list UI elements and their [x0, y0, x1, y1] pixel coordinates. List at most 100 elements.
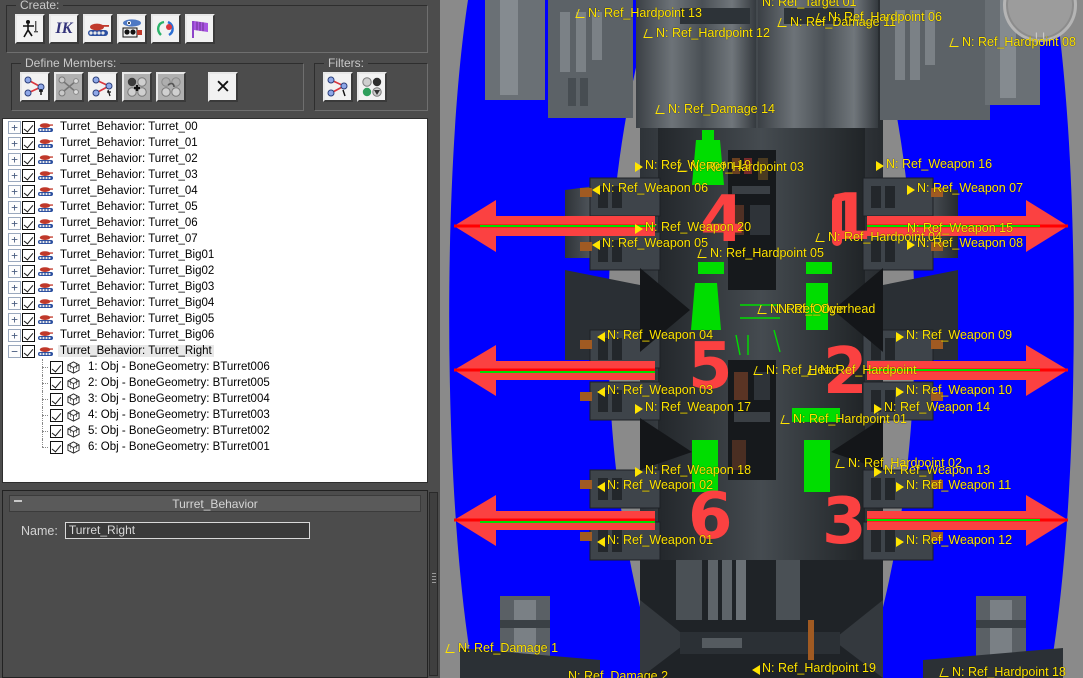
expander-icon[interactable]: +: [8, 152, 21, 166]
row-checkbox[interactable]: [22, 168, 35, 182]
tree-row-behavior[interactable]: + Turret_Behavior: Turret_01: [3, 135, 427, 151]
tank-icon: [38, 122, 53, 132]
add-group-button[interactable]: [122, 72, 152, 102]
scissors-icon: [58, 76, 79, 97]
camera-button[interactable]: [117, 14, 147, 44]
panel-scrollbar[interactable]: [429, 492, 438, 676]
row-checkbox[interactable]: [22, 184, 35, 198]
behavior-tree-list[interactable]: + Turret_Behavior: Turret_00 + Turret_Behav…: [2, 118, 428, 483]
tree-connector: [36, 391, 49, 407]
row-checkbox[interactable]: [50, 440, 63, 454]
name-input[interactable]: Turret_Right: [64, 522, 310, 539]
tree-row-bone[interactable]: 1: Obj - BoneGeometry: BTurret006: [3, 359, 427, 375]
tree-row-behavior[interactable]: + Turret_Behavior: Turret_04: [3, 183, 427, 199]
tree-row-behavior[interactable]: + Turret_Behavior: Turret_02: [3, 151, 427, 167]
define-members-group-title: Define Members:: [21, 56, 121, 70]
tree-row-label: 2: Obj - BoneGeometry: BTurret005: [88, 377, 270, 389]
ik-chain-button[interactable]: IK: [49, 14, 79, 44]
row-checkbox[interactable]: [22, 296, 35, 310]
cut-link-button[interactable]: [54, 72, 84, 102]
tree-row-behavior[interactable]: + Turret_Behavior: Turret_Big06: [3, 327, 427, 343]
rollout-title: Turret_Behavior: [172, 496, 258, 511]
add-member-button[interactable]: [20, 72, 50, 102]
tree-row-label: 3: Obj - BoneGeometry: BTurret004: [88, 393, 270, 405]
x-icon: ✕: [215, 76, 231, 98]
tree-row-behavior[interactable]: + Turret_Behavior: Turret_Big01: [3, 247, 427, 263]
filters-group: Filters:: [314, 56, 428, 111]
row-checkbox[interactable]: [22, 232, 35, 246]
row-checkbox[interactable]: [22, 312, 35, 326]
row-checkbox[interactable]: [22, 264, 35, 278]
row-checkbox[interactable]: [22, 120, 35, 134]
row-checkbox[interactable]: [22, 152, 35, 166]
expander-icon[interactable]: +: [8, 216, 21, 230]
tree-row-behavior[interactable]: + Turret_Behavior: Turret_Big02: [3, 263, 427, 279]
tree-row-bone[interactable]: 4: Obj - BoneGeometry: BTurret003: [3, 407, 427, 423]
row-checkbox[interactable]: [50, 392, 63, 406]
expander-icon[interactable]: +: [8, 136, 21, 150]
biped-button[interactable]: [15, 14, 45, 44]
scrollbar-grip[interactable]: [432, 573, 436, 585]
tree-row-label: Turret_Behavior: Turret_Big02: [60, 265, 215, 277]
collapse-icon[interactable]: [14, 500, 22, 502]
tree-row-bone[interactable]: 3: Obj - BoneGeometry: BTurret004: [3, 391, 427, 407]
expander-icon[interactable]: +: [8, 312, 21, 326]
row-checkbox[interactable]: [22, 136, 35, 150]
expander-icon[interactable]: −: [8, 344, 21, 358]
pick-member-button[interactable]: [88, 72, 118, 102]
row-checkbox[interactable]: [22, 200, 35, 214]
row-checkbox[interactable]: [50, 424, 63, 438]
expander-icon[interactable]: +: [8, 232, 21, 246]
filter-groups-button[interactable]: [357, 72, 387, 102]
row-checkbox[interactable]: [22, 216, 35, 230]
row-checkbox[interactable]: [22, 344, 35, 358]
filter-nodes-button[interactable]: [323, 72, 353, 102]
tree-connector: [36, 407, 49, 423]
tree-row-behavior[interactable]: + Turret_Behavior: Turret_Big03: [3, 279, 427, 295]
rollout-header[interactable]: Turret_Behavior: [9, 495, 421, 512]
expander-icon[interactable]: +: [8, 248, 21, 262]
expander-icon[interactable]: +: [8, 264, 21, 278]
bone-geometry-icon: [67, 424, 80, 438]
bone-geometry-rows: 1: Obj - BoneGeometry: BTurret006 2: Obj …: [3, 359, 427, 455]
vehicle-button[interactable]: [83, 14, 113, 44]
expander-icon[interactable]: +: [8, 280, 21, 294]
flag-button[interactable]: [185, 14, 215, 44]
pick-node-icon: [92, 76, 113, 97]
link-button[interactable]: [151, 14, 181, 44]
expander-icon[interactable]: +: [8, 200, 21, 214]
row-checkbox[interactable]: [22, 328, 35, 342]
tree-row-bone[interactable]: 6: Obj - BoneGeometry: BTurret001: [3, 439, 427, 455]
tree-row-behavior[interactable]: + Turret_Behavior: Turret_Big04: [3, 295, 427, 311]
define-members-group: Define Members: ✕: [11, 56, 304, 111]
tree-row-label: Turret_Behavior: Turret_03: [60, 169, 198, 181]
expander-icon[interactable]: +: [8, 296, 21, 310]
tree-connector: [36, 375, 49, 391]
3d-viewport[interactable]: -||- 415263 N: Ref_Hardpoint 13 N: Ref_Ha…: [440, 0, 1083, 678]
tree-row-label: 1: Obj - BoneGeometry: BTurret006: [88, 361, 270, 373]
tree-row-behavior[interactable]: + Turret_Behavior: Turret_05: [3, 199, 427, 215]
tree-row-behavior[interactable]: + Turret_Behavior: Turret_Big05: [3, 311, 427, 327]
tree-row-bone[interactable]: 5: Obj - BoneGeometry: BTurret002: [3, 423, 427, 439]
row-checkbox[interactable]: [50, 360, 63, 374]
tree-row-bone[interactable]: 2: Obj - BoneGeometry: BTurret005: [3, 375, 427, 391]
tree-row-behavior[interactable]: + Turret_Behavior: Turret_03: [3, 167, 427, 183]
expander-icon[interactable]: +: [8, 168, 21, 182]
tank-icon: [38, 346, 53, 356]
tree-row-behavior[interactable]: + Turret_Behavior: Turret_00: [3, 119, 427, 135]
row-checkbox[interactable]: [50, 376, 63, 390]
expander-icon[interactable]: +: [8, 120, 21, 134]
row-checkbox[interactable]: [22, 248, 35, 262]
tank-icon: [38, 266, 53, 276]
row-checkbox[interactable]: [50, 408, 63, 422]
row-checkbox[interactable]: [22, 280, 35, 294]
tree-row-behavior[interactable]: + Turret_Behavior: Turret_06: [3, 215, 427, 231]
tree-row-behavior[interactable]: + Turret_Behavior: Turret_07: [3, 231, 427, 247]
tree-row-label: Turret_Behavior: Turret_Big05: [60, 313, 215, 325]
expander-icon[interactable]: +: [8, 184, 21, 198]
delete-button[interactable]: ✕: [208, 72, 238, 102]
expander-icon[interactable]: +: [8, 328, 21, 342]
tank-icon: [38, 202, 53, 212]
tree-row-behavior[interactable]: − Turret_Behavior: Turret_Right: [3, 343, 427, 359]
remove-group-button[interactable]: [156, 72, 186, 102]
